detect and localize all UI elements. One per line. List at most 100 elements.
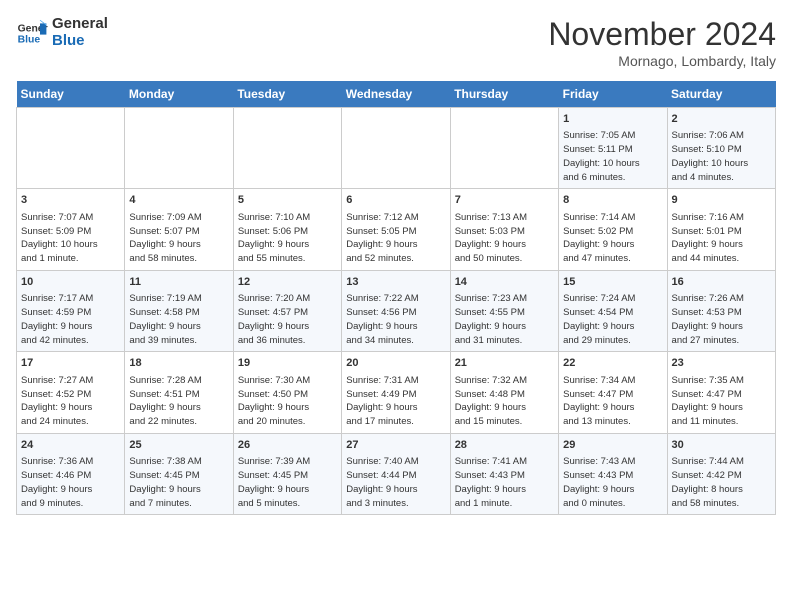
weekday-header-tuesday: Tuesday: [233, 81, 341, 108]
day-info: Sunrise: 7:07 AM Sunset: 5:09 PM Dayligh…: [21, 211, 120, 266]
day-number: 4: [129, 193, 228, 208]
day-number: 13: [346, 275, 445, 290]
day-info: Sunrise: 7:27 AM Sunset: 4:52 PM Dayligh…: [21, 374, 120, 429]
day-number: 19: [238, 356, 337, 371]
day-cell: 7 Sunrise: 7:13 AM Sunset: 5:03 PM Daylig…: [450, 189, 558, 270]
day-cell: 30 Sunrise: 7:44 AM Sunset: 4:42 PM Dayli…: [667, 433, 775, 514]
weekday-header-friday: Friday: [559, 81, 667, 108]
day-info: Sunrise: 7:44 AM Sunset: 4:42 PM Dayligh…: [672, 455, 771, 510]
day-number: 28: [455, 438, 554, 453]
day-number: 29: [563, 438, 662, 453]
day-number: 18: [129, 356, 228, 371]
weekday-header-saturday: Saturday: [667, 81, 775, 108]
day-number: 17: [21, 356, 120, 371]
day-cell: [125, 108, 233, 189]
day-number: 16: [672, 275, 771, 290]
location: Mornago, Lombardy, Italy: [548, 53, 776, 69]
day-info: Sunrise: 7:24 AM Sunset: 4:54 PM Dayligh…: [563, 292, 662, 347]
day-info: Sunrise: 7:30 AM Sunset: 4:50 PM Dayligh…: [238, 374, 337, 429]
day-info: Sunrise: 7:26 AM Sunset: 4:53 PM Dayligh…: [672, 292, 771, 347]
day-cell: 25Sunrise: 7:38 AM Sunset: 4:45 PM Dayli…: [125, 433, 233, 514]
day-cell: 19 Sunrise: 7:30 AM Sunset: 4:50 PM Dayli…: [233, 352, 341, 433]
logo-line1: General: [52, 16, 108, 33]
day-info: Sunrise: 7:40 AM Sunset: 4:44 PM Dayligh…: [346, 455, 445, 510]
day-number: 20: [346, 356, 445, 371]
weekday-header-wednesday: Wednesday: [342, 81, 450, 108]
weekday-header-sunday: Sunday: [17, 81, 125, 108]
day-number: 12: [238, 275, 337, 290]
day-info: Sunrise: 7:10 AM Sunset: 5:06 PM Dayligh…: [238, 211, 337, 266]
logo: General Blue General Blue: [16, 16, 108, 49]
day-cell: 6Sunrise: 7:12 AM Sunset: 5:05 PM Daylig…: [342, 189, 450, 270]
weekday-header-monday: Monday: [125, 81, 233, 108]
day-cell: 24 Sunrise: 7:36 AM Sunset: 4:46 PM Dayli…: [17, 433, 125, 514]
day-info: Sunrise: 7:39 AM Sunset: 4:45 PM Dayligh…: [238, 455, 337, 510]
day-number: 24: [21, 438, 120, 453]
day-info: Sunrise: 7:32 AM Sunset: 4:48 PM Dayligh…: [455, 374, 554, 429]
day-cell: 23 Sunrise: 7:35 AM Sunset: 4:47 PM Dayli…: [667, 352, 775, 433]
day-cell: 29 Sunrise: 7:43 AM Sunset: 4:43 PM Dayli…: [559, 433, 667, 514]
day-cell: 4 Sunrise: 7:09 AM Sunset: 5:07 PM Daylig…: [125, 189, 233, 270]
day-cell: 1 Sunrise: 7:05 AM Sunset: 5:11 PM Daylig…: [559, 108, 667, 189]
weekday-header-row: SundayMondayTuesdayWednesdayThursdayFrid…: [17, 81, 776, 108]
day-info: Sunrise: 7:16 AM Sunset: 5:01 PM Dayligh…: [672, 211, 771, 266]
day-cell: 28 Sunrise: 7:41 AM Sunset: 4:43 PM Dayli…: [450, 433, 558, 514]
day-number: 21: [455, 356, 554, 371]
day-info: Sunrise: 7:05 AM Sunset: 5:11 PM Dayligh…: [563, 129, 662, 184]
day-info: Sunrise: 7:13 AM Sunset: 5:03 PM Dayligh…: [455, 211, 554, 266]
day-cell: [342, 108, 450, 189]
day-number: 22: [563, 356, 662, 371]
day-number: 3: [21, 193, 120, 208]
day-number: 25: [129, 438, 228, 453]
day-info: Sunrise: 7:34 AM Sunset: 4:47 PM Dayligh…: [563, 374, 662, 429]
week-row-3: 17 Sunrise: 7:27 AM Sunset: 4:52 PM Dayli…: [17, 352, 776, 433]
day-info: Sunrise: 7:36 AM Sunset: 4:46 PM Dayligh…: [21, 455, 120, 510]
day-number: 14: [455, 275, 554, 290]
logo-icon: General Blue: [16, 17, 48, 49]
day-number: 7: [455, 193, 554, 208]
day-info: Sunrise: 7:09 AM Sunset: 5:07 PM Dayligh…: [129, 211, 228, 266]
day-number: 1: [563, 112, 662, 127]
day-info: Sunrise: 7:19 AM Sunset: 4:58 PM Dayligh…: [129, 292, 228, 347]
day-info: Sunrise: 7:20 AM Sunset: 4:57 PM Dayligh…: [238, 292, 337, 347]
day-cell: 14Sunrise: 7:23 AM Sunset: 4:55 PM Dayli…: [450, 270, 558, 351]
day-number: 2: [672, 112, 771, 127]
calendar-table: SundayMondayTuesdayWednesdayThursdayFrid…: [16, 81, 776, 515]
day-info: Sunrise: 7:35 AM Sunset: 4:47 PM Dayligh…: [672, 374, 771, 429]
day-cell: 18 Sunrise: 7:28 AM Sunset: 4:51 PM Dayli…: [125, 352, 233, 433]
week-row-2: 10 Sunrise: 7:17 AM Sunset: 4:59 PM Dayli…: [17, 270, 776, 351]
day-cell: 11Sunrise: 7:19 AM Sunset: 4:58 PM Dayli…: [125, 270, 233, 351]
day-cell: 20 Sunrise: 7:31 AM Sunset: 4:49 PM Dayli…: [342, 352, 450, 433]
day-info: Sunrise: 7:43 AM Sunset: 4:43 PM Dayligh…: [563, 455, 662, 510]
day-cell: 22 Sunrise: 7:34 AM Sunset: 4:47 PM Dayli…: [559, 352, 667, 433]
day-info: Sunrise: 7:28 AM Sunset: 4:51 PM Dayligh…: [129, 374, 228, 429]
day-cell: 15 Sunrise: 7:24 AM Sunset: 4:54 PM Dayli…: [559, 270, 667, 351]
day-number: 8: [563, 193, 662, 208]
title-area: November 2024 Mornago, Lombardy, Italy: [548, 16, 776, 69]
day-number: 10: [21, 275, 120, 290]
day-number: 15: [563, 275, 662, 290]
day-cell: 2Sunrise: 7:06 AM Sunset: 5:10 PM Daylig…: [667, 108, 775, 189]
day-info: Sunrise: 7:17 AM Sunset: 4:59 PM Dayligh…: [21, 292, 120, 347]
day-cell: [450, 108, 558, 189]
day-cell: [233, 108, 341, 189]
month-title: November 2024: [548, 16, 776, 53]
day-cell: 9 Sunrise: 7:16 AM Sunset: 5:01 PM Daylig…: [667, 189, 775, 270]
day-info: Sunrise: 7:31 AM Sunset: 4:49 PM Dayligh…: [346, 374, 445, 429]
day-cell: 21 Sunrise: 7:32 AM Sunset: 4:48 PM Dayli…: [450, 352, 558, 433]
day-cell: 26 Sunrise: 7:39 AM Sunset: 4:45 PM Dayli…: [233, 433, 341, 514]
calendar-body: 1 Sunrise: 7:05 AM Sunset: 5:11 PM Daylig…: [17, 108, 776, 515]
day-number: 27: [346, 438, 445, 453]
day-cell: 13Sunrise: 7:22 AM Sunset: 4:56 PM Dayli…: [342, 270, 450, 351]
day-info: Sunrise: 7:41 AM Sunset: 4:43 PM Dayligh…: [455, 455, 554, 510]
logo-line2: Blue: [52, 33, 108, 50]
day-number: 23: [672, 356, 771, 371]
day-number: 9: [672, 193, 771, 208]
day-cell: 8Sunrise: 7:14 AM Sunset: 5:02 PM Daylig…: [559, 189, 667, 270]
day-number: 26: [238, 438, 337, 453]
week-row-0: 1 Sunrise: 7:05 AM Sunset: 5:11 PM Daylig…: [17, 108, 776, 189]
weekday-header-thursday: Thursday: [450, 81, 558, 108]
week-row-4: 24 Sunrise: 7:36 AM Sunset: 4:46 PM Dayli…: [17, 433, 776, 514]
svg-text:Blue: Blue: [18, 34, 41, 45]
day-number: 30: [672, 438, 771, 453]
